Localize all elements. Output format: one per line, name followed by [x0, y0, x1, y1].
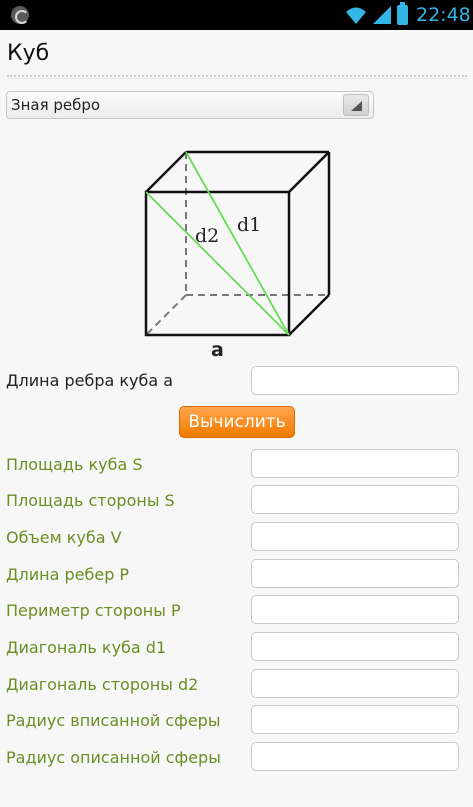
- cube-diagonal-label: Диагональ куба d1: [6, 638, 167, 657]
- side-area-field[interactable]: [251, 485, 459, 514]
- cube-edge: [145, 151, 187, 193]
- edges-length-label: Длина ребер P: [6, 565, 130, 584]
- cube-edge: [288, 151, 330, 193]
- edge-length-label: Длина ребра куба a: [6, 371, 174, 390]
- mode-dropdown-value: Зная ребро: [11, 96, 101, 114]
- title-divider-line: [7, 78, 467, 79]
- inscribed-radius-field[interactable]: [251, 705, 459, 734]
- cube-area-field[interactable]: [251, 449, 459, 478]
- title-divider: [7, 75, 467, 77]
- volume-label: Объем куба V: [6, 528, 122, 547]
- calculate-button[interactable]: Вычислить: [179, 406, 295, 438]
- side-perimeter-field[interactable]: [251, 595, 459, 624]
- hidden-edge: [145, 294, 187, 336]
- circumscribed-radius-label: Радиус описанной сферы: [6, 748, 221, 767]
- status-bar: 22:48: [0, 0, 473, 30]
- cube-diagram: d1 d2 a: [144, 150, 331, 361]
- cube-diagonal-field[interactable]: [251, 632, 459, 661]
- d2-label: d2: [195, 225, 219, 247]
- cube-edge: [288, 294, 330, 336]
- edge-length-input[interactable]: [251, 366, 459, 395]
- status-clock: 22:48: [416, 4, 471, 26]
- side-perimeter-label: Периметр стороны P: [6, 601, 181, 620]
- mode-dropdown[interactable]: Зная ребро: [6, 91, 374, 119]
- volume-field[interactable]: [251, 522, 459, 551]
- side-area-label: Площадь стороны S: [6, 491, 175, 510]
- dropdown-arrow-icon[interactable]: [343, 94, 369, 116]
- edge-a-label: a: [211, 339, 224, 361]
- side-diagonal-label: Диагональ стороны d2: [6, 675, 199, 694]
- circumscribed-radius-field[interactable]: [251, 742, 459, 771]
- page-title: Куб: [7, 41, 50, 66]
- battery-icon: [397, 2, 408, 25]
- signal-icon: [373, 6, 391, 24]
- wifi-icon: [346, 7, 366, 24]
- inscribed-radius-label: Радиус вписанной сферы: [6, 711, 221, 730]
- app-notification-icon: [11, 6, 29, 24]
- edges-length-field[interactable]: [251, 559, 459, 588]
- cube-area-label: Площадь куба S: [6, 455, 143, 474]
- side-diagonal-field[interactable]: [251, 669, 459, 698]
- d1-label: d1: [237, 214, 261, 236]
